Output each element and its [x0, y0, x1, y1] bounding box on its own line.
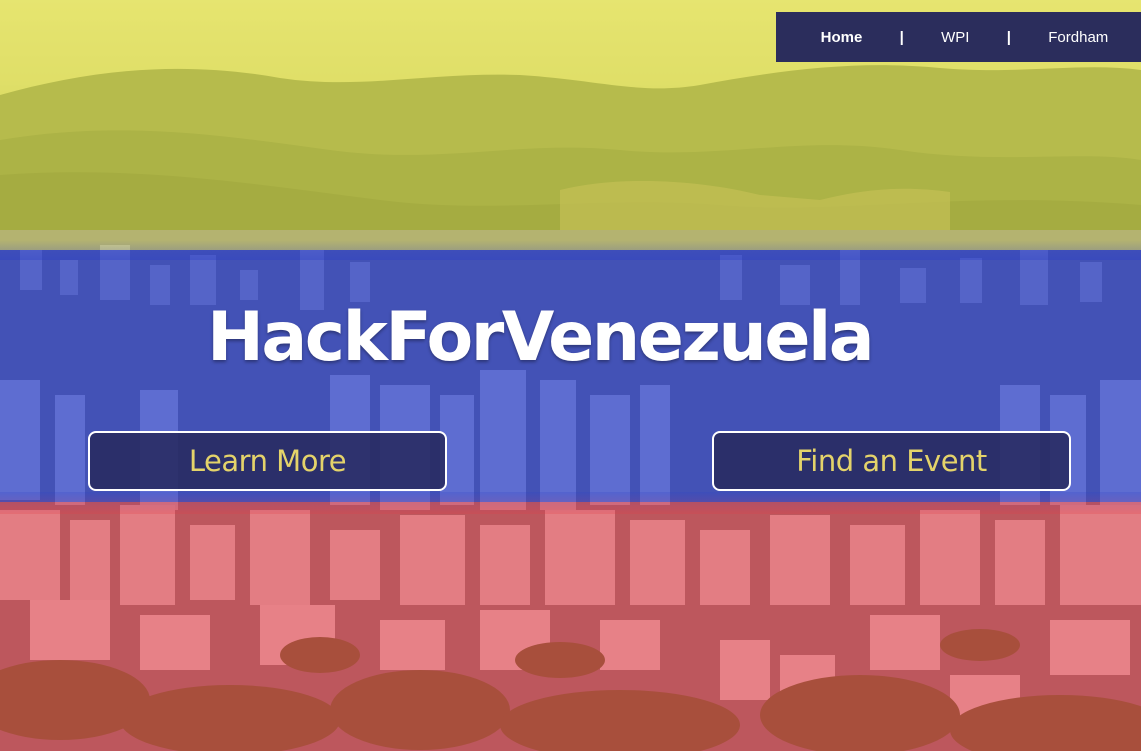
- nav-item-wpi[interactable]: WPI: [941, 29, 969, 46]
- flag-band-transition: [0, 240, 1141, 260]
- top-nav: Home | WPI | Fordham: [776, 12, 1141, 62]
- flag-band-red: [0, 502, 1141, 751]
- find-event-button[interactable]: Find an Event: [712, 431, 1071, 491]
- flag-band-transition: [0, 492, 1141, 514]
- nav-separator: |: [899, 28, 904, 46]
- nav-item-home[interactable]: Home: [821, 29, 863, 46]
- learn-more-button[interactable]: Learn More: [88, 431, 447, 491]
- hero-title: HackForVenezuela: [207, 298, 875, 377]
- nav-item-fordham[interactable]: Fordham: [1048, 29, 1108, 46]
- nav-separator: |: [1006, 28, 1011, 46]
